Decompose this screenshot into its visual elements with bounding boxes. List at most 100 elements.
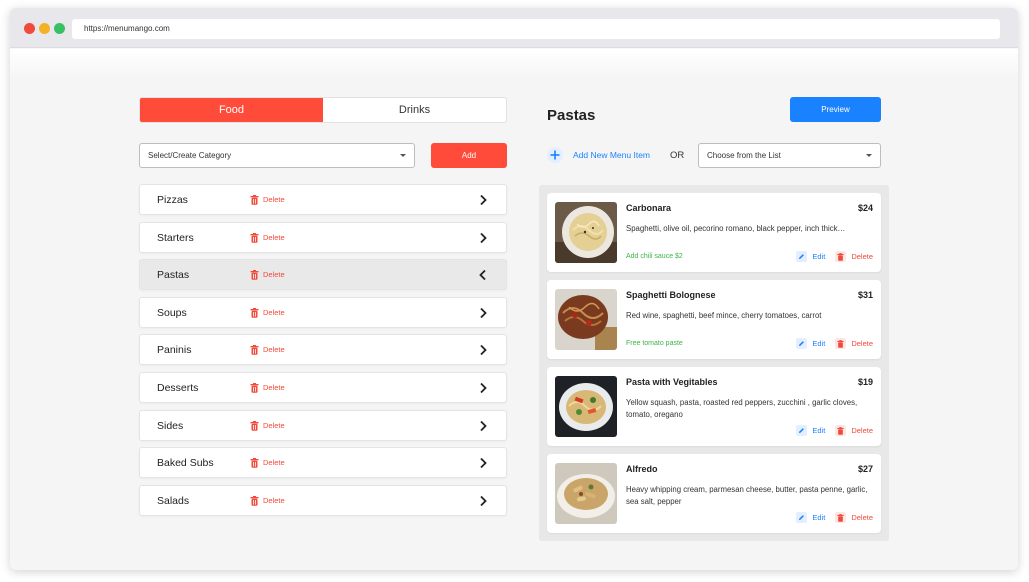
close-window-button[interactable] (24, 23, 35, 34)
pencil-icon (796, 512, 808, 523)
item-description: Red wine, spaghetti, beef mince, cherry … (626, 311, 822, 320)
tab-drinks[interactable]: Drinks (323, 98, 506, 122)
edit-item-button[interactable]: Edit (796, 512, 825, 523)
menu-item-card[interactable]: Alfredo $27 Heavy whipping cream, parmes… (547, 454, 881, 533)
item-name: Carbonara (626, 203, 672, 213)
category-list: Pizzas Delete Starters Delete Pastas Del… (139, 184, 507, 522)
delete-category-button[interactable]: Delete (250, 382, 285, 393)
item-price: $31 (857, 290, 873, 300)
delete-category-button[interactable]: Delete (250, 495, 285, 506)
delete-label: Delete (851, 251, 873, 261)
delete-category-button[interactable]: Delete (250, 195, 285, 205)
trash-icon (835, 251, 847, 262)
browser-window: https://menumango.com Food Drinks Select… (10, 8, 1018, 570)
chevron-right-icon[interactable] (478, 344, 488, 356)
delete-category-button[interactable]: Delete (250, 458, 285, 468)
category-row-pastas[interactable]: Pastas Delete (139, 259, 507, 291)
delete-label: Delete (263, 195, 285, 204)
category-name: Starters (157, 231, 194, 244)
edit-label: Edit (812, 513, 826, 522)
category-row-starters[interactable]: Starters Delete (139, 221, 507, 253)
delete-label: Delete (263, 458, 285, 468)
chevron-right-icon[interactable] (478, 420, 488, 432)
chevron-left-icon[interactable] (478, 269, 488, 281)
category-name: Pizzas (157, 194, 188, 206)
chevron-down-icon (866, 154, 872, 157)
minimize-window-button[interactable] (39, 23, 50, 34)
chevron-down-icon (400, 154, 406, 157)
delete-category-button[interactable]: Delete (250, 345, 285, 356)
trash-icon (250, 420, 259, 431)
category-name: Baked Subs (157, 457, 214, 470)
tab-food[interactable]: Food (140, 98, 323, 122)
delete-label: Delete (851, 338, 873, 348)
section-title: Pastas (547, 107, 596, 124)
delete-item-button[interactable]: Delete (835, 512, 873, 523)
chevron-right-icon[interactable] (478, 382, 488, 394)
trash-icon (250, 195, 259, 205)
item-name: Pasta with Vegitables (626, 377, 718, 387)
trash-icon (250, 270, 259, 280)
menu-item-card[interactable]: Spaghetti Bolognese $31 Red wine, spaghe… (547, 280, 881, 359)
address-bar[interactable]: https://menumango.com (72, 19, 1000, 39)
edit-item-button[interactable]: Edit (796, 338, 825, 349)
item-addon-note: Free tomato paste (626, 340, 683, 347)
bolognese-photo (555, 289, 617, 350)
delete-label: Delete (263, 307, 285, 317)
page-content: Food Drinks Select/Create Category Add P… (10, 49, 1018, 570)
trash-icon (250, 382, 259, 393)
chevron-right-icon[interactable] (478, 307, 488, 319)
category-name: Paninis (157, 344, 192, 357)
pencil-icon (796, 251, 808, 262)
delete-label: Delete (851, 425, 873, 435)
edit-label: Edit (812, 426, 826, 435)
delete-item-button[interactable]: Delete (835, 338, 873, 349)
maximize-window-button[interactable] (54, 23, 65, 34)
category-select[interactable]: Select/Create Category (139, 143, 415, 168)
alfredo-photo (555, 463, 617, 524)
item-name: Alfredo (626, 464, 658, 474)
item-price: $27 (857, 464, 873, 474)
category-row-sides[interactable]: Sides Delete (139, 409, 507, 441)
category-row-baked-subs[interactable]: Baked Subs Delete (139, 447, 507, 479)
category-name: Pastas (157, 269, 190, 282)
delete-category-button[interactable]: Delete (250, 307, 285, 318)
category-row-salads[interactable]: Salads Delete (139, 484, 507, 516)
item-actions: Edit Delete (796, 512, 873, 523)
delete-category-button[interactable]: Delete (250, 232, 285, 243)
delete-category-button[interactable]: Delete (250, 420, 285, 431)
category-row-paninis[interactable]: Paninis Delete (139, 334, 507, 366)
trash-icon (250, 307, 259, 318)
menu-item-card[interactable]: Pasta with Vegitables $19 Yellow squash,… (547, 367, 881, 446)
delete-category-button[interactable]: Delete (250, 270, 285, 280)
carbonara-photo (555, 202, 617, 263)
menu-item-card[interactable]: Carbonara $24 Spaghetti, olive oil, peco… (547, 193, 881, 272)
chevron-right-icon[interactable] (478, 495, 488, 507)
category-row-desserts[interactable]: Desserts Delete (139, 371, 507, 403)
category-row-soups[interactable]: Soups Delete (139, 296, 507, 328)
category-row-pizzas[interactable]: Pizzas Delete (139, 184, 507, 215)
trash-icon (250, 495, 259, 506)
choose-from-list-select[interactable]: Choose from the List (698, 143, 881, 168)
item-name: Spaghetti Bolognese (626, 290, 716, 300)
chevron-right-icon[interactable] (478, 457, 488, 469)
pencil-icon (796, 338, 808, 349)
preview-button[interactable]: Preview (790, 97, 881, 122)
pencil-icon (796, 425, 808, 436)
item-description: Yellow squash, pasta, roasted red pepper… (626, 398, 858, 419)
edit-item-button[interactable]: Edit (796, 425, 825, 436)
delete-label: Delete (263, 345, 285, 355)
menu-type-tabs: Food Drinks (139, 97, 507, 123)
delete-label: Delete (263, 232, 285, 242)
item-actions: Edit Delete (796, 338, 873, 349)
chevron-right-icon[interactable] (478, 194, 488, 206)
delete-item-button[interactable]: Delete (835, 251, 873, 262)
trash-icon (835, 338, 847, 349)
add-new-menu-item-button[interactable]: Add New Menu Item (547, 147, 650, 163)
item-price: $24 (857, 203, 873, 213)
plus-circle-icon (547, 147, 563, 163)
add-category-button[interactable]: Add (431, 143, 507, 168)
edit-item-button[interactable]: Edit (796, 251, 825, 262)
delete-item-button[interactable]: Delete (835, 425, 873, 436)
chevron-right-icon[interactable] (478, 232, 488, 244)
